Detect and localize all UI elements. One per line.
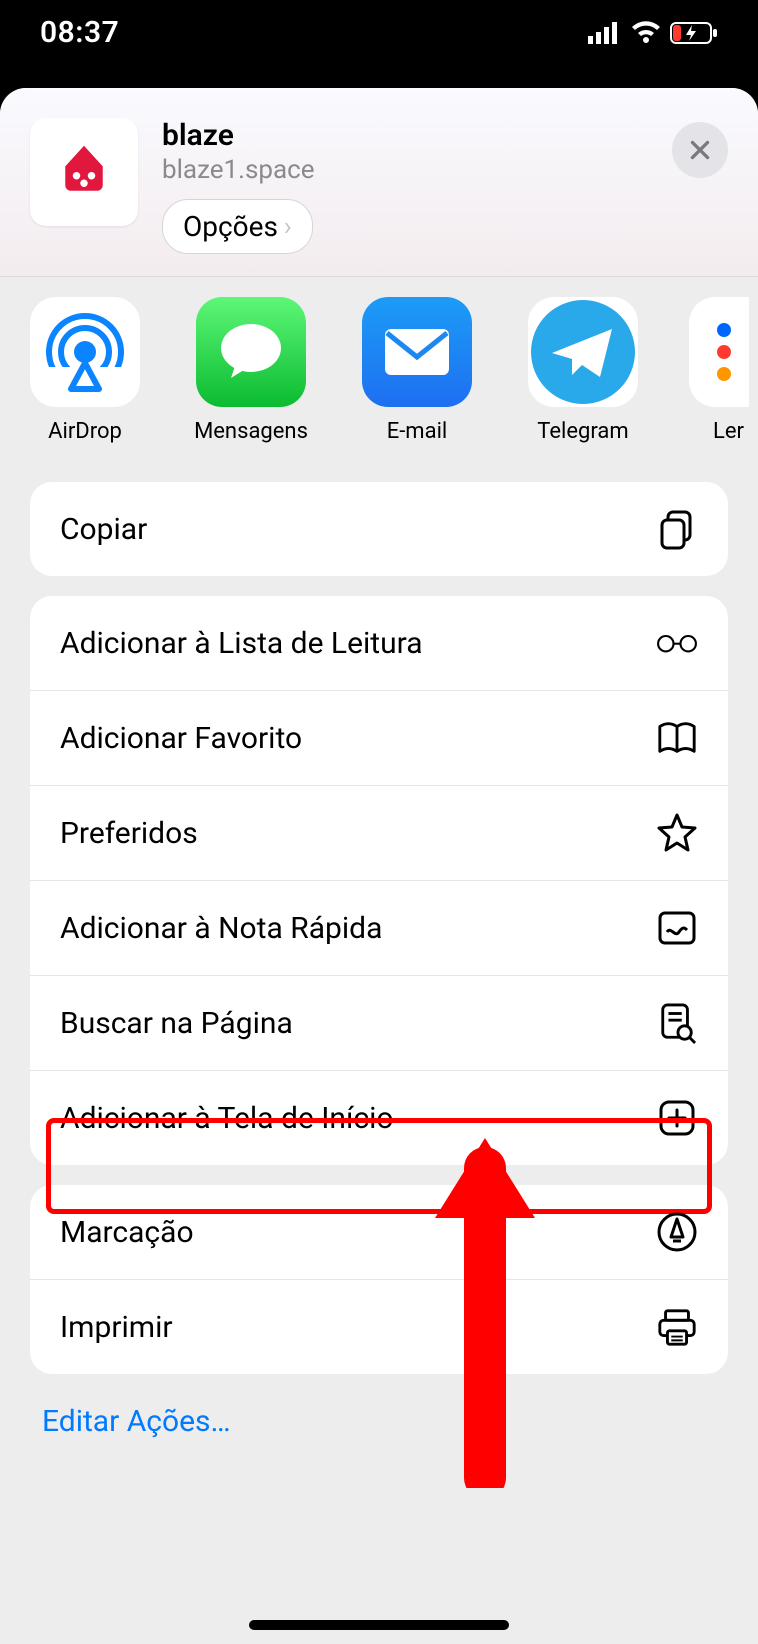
site-meta: blaze blaze1.space Opções ›	[162, 118, 648, 254]
site-icon	[30, 118, 138, 226]
printer-icon	[656, 1306, 698, 1348]
dot-icon	[717, 323, 731, 337]
action-add-to-home[interactable]: Adicionar à Tela de Início	[30, 1071, 728, 1165]
copy-icon	[656, 508, 698, 550]
chevron-right-icon: ›	[284, 212, 292, 242]
action-copy[interactable]: Copiar	[30, 482, 728, 576]
battery-charging-icon	[670, 21, 718, 45]
markup-icon	[656, 1211, 698, 1253]
book-icon	[656, 717, 698, 759]
reminders-icon	[689, 297, 749, 407]
action-add-bookmark[interactable]: Adicionar Favorito	[30, 691, 728, 786]
app-label: Ler	[713, 419, 744, 444]
site-title: blaze	[162, 118, 648, 153]
share-apps-row[interactable]: AirDrop Mensagens E-mail Telegram	[0, 277, 758, 454]
action-label: Preferidos	[60, 816, 198, 851]
cellular-icon	[588, 22, 622, 44]
action-label: Buscar na Página	[60, 1006, 293, 1041]
glasses-icon	[656, 622, 698, 664]
options-button[interactable]: Opções ›	[162, 199, 313, 254]
action-markup[interactable]: Marcação	[30, 1185, 728, 1280]
email-icon	[362, 297, 472, 407]
action-group: Marcação Imprimir	[30, 1185, 728, 1374]
site-url: blaze1.space	[162, 155, 648, 185]
app-reminders[interactable]: Ler	[694, 297, 744, 444]
star-icon	[656, 812, 698, 854]
action-label: Adicionar à Lista de Leitura	[60, 626, 423, 661]
action-label: Copiar	[60, 512, 147, 547]
share-header: blaze blaze1.space Opções ›	[0, 88, 758, 277]
app-telegram[interactable]: Telegram	[528, 297, 638, 444]
app-airdrop[interactable]: AirDrop	[30, 297, 140, 444]
app-label: E-mail	[387, 419, 448, 444]
search-doc-icon	[656, 1002, 698, 1044]
action-label: Imprimir	[60, 1310, 173, 1345]
close-button[interactable]	[672, 122, 728, 178]
action-group: Adicionar à Lista de Leitura Adicionar F…	[30, 596, 728, 1165]
dot-icon	[717, 367, 731, 381]
status-bar: 08:37	[0, 0, 758, 65]
action-label: Marcação	[60, 1215, 194, 1250]
edit-actions-link[interactable]: Editar Ações…	[42, 1404, 716, 1439]
wifi-icon	[630, 21, 662, 45]
home-indicator	[249, 1620, 509, 1630]
action-find-on-page[interactable]: Buscar na Página	[30, 976, 728, 1071]
app-label: AirDrop	[48, 419, 122, 444]
action-label: Adicionar à Tela de Início	[60, 1101, 394, 1136]
action-label: Adicionar à Nota Rápida	[60, 911, 382, 946]
airdrop-icon	[30, 297, 140, 407]
app-email[interactable]: E-mail	[362, 297, 472, 444]
status-icons	[588, 21, 718, 45]
app-label: Mensagens	[194, 419, 308, 444]
close-icon	[687, 137, 713, 163]
app-messages[interactable]: Mensagens	[196, 297, 306, 444]
status-time: 08:37	[40, 15, 119, 50]
app-label: Telegram	[537, 419, 628, 444]
action-label: Adicionar Favorito	[60, 721, 302, 756]
plus-square-icon	[656, 1097, 698, 1139]
telegram-icon	[528, 297, 638, 407]
action-favorites[interactable]: Preferidos	[30, 786, 728, 881]
dot-icon	[717, 345, 731, 359]
share-sheet: blaze blaze1.space Opções › AirDrop Mens…	[0, 88, 758, 1644]
quicknote-icon	[656, 907, 698, 949]
options-label: Opções	[183, 210, 278, 243]
action-reading-list[interactable]: Adicionar à Lista de Leitura	[30, 596, 728, 691]
action-print[interactable]: Imprimir	[30, 1280, 728, 1374]
messages-icon	[196, 297, 306, 407]
action-quick-note[interactable]: Adicionar à Nota Rápida	[30, 881, 728, 976]
action-group: Copiar	[30, 482, 728, 576]
